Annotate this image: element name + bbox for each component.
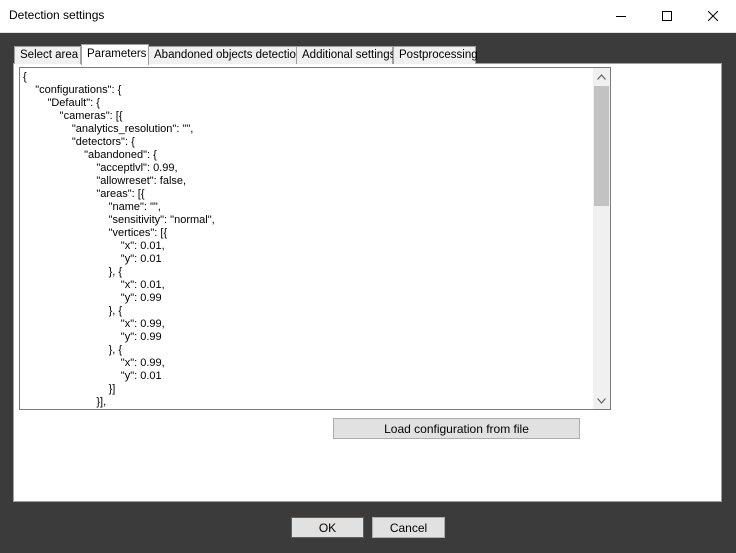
tab-parameters[interactable]: Parameters bbox=[81, 44, 149, 65]
chevron-down-icon bbox=[597, 397, 606, 404]
tab-label: Postprocessing bbox=[399, 49, 478, 61]
cancel-button[interactable]: Cancel bbox=[372, 517, 445, 538]
tab-abandoned-objects-detection[interactable]: Abandoned objects detection bbox=[148, 46, 302, 64]
load-configuration-button[interactable]: Load configuration from file bbox=[333, 418, 580, 439]
close-icon bbox=[708, 11, 718, 21]
load-configuration-label: Load configuration from file bbox=[384, 421, 529, 436]
tab-label: Additional settings bbox=[302, 49, 396, 61]
chevron-up-icon bbox=[597, 73, 606, 80]
ok-button[interactable]: OK bbox=[291, 517, 364, 538]
window-title: Detection settings bbox=[9, 8, 105, 22]
json-editor[interactable]: { "configurations": { "Default": { "came… bbox=[19, 67, 611, 410]
tab-additional-settings[interactable]: Additional settings bbox=[296, 46, 396, 64]
close-button[interactable] bbox=[690, 0, 736, 32]
minimize-button[interactable] bbox=[598, 0, 644, 32]
maximize-button[interactable] bbox=[644, 0, 690, 32]
tab-label: Abandoned objects detection bbox=[154, 49, 303, 61]
tab-label: Select area bbox=[20, 49, 79, 61]
cancel-label: Cancel bbox=[389, 520, 428, 535]
title-bar: Detection settings bbox=[0, 0, 736, 33]
ok-label: OK bbox=[318, 520, 337, 535]
minimize-icon bbox=[616, 16, 626, 17]
json-content[interactable]: { "configurations": { "Default": { "came… bbox=[20, 68, 610, 409]
scroll-thumb[interactable] bbox=[594, 86, 609, 206]
tab-postprocessing[interactable]: Postprocessing bbox=[393, 46, 478, 64]
tab-select-area[interactable]: Select area bbox=[14, 46, 81, 64]
scroll-down-button[interactable] bbox=[593, 392, 610, 409]
vertical-scrollbar[interactable] bbox=[593, 68, 610, 409]
maximize-icon bbox=[662, 11, 672, 21]
scroll-up-button[interactable] bbox=[593, 68, 610, 85]
tab-label: Parameters bbox=[87, 48, 147, 60]
